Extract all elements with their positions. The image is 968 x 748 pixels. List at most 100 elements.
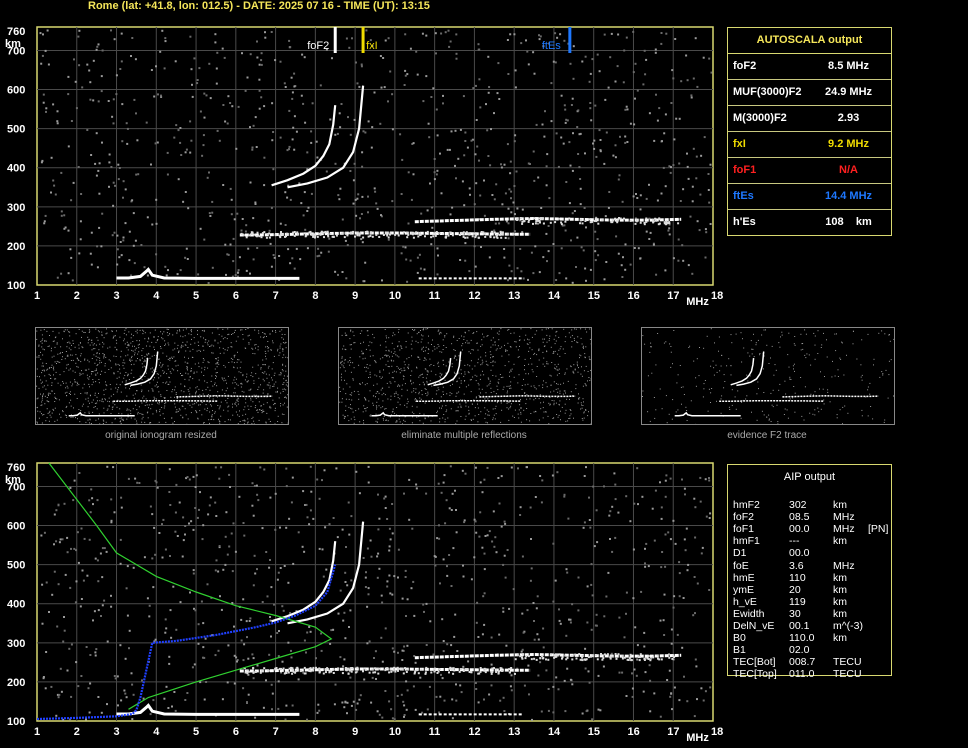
top-x-unit: MHz [686, 296, 709, 308]
bottom-xtick-label: 16 [627, 726, 639, 738]
autoscala-row: fxI 9.2 MHz [728, 132, 891, 158]
aip-value: 008.7 [789, 656, 816, 669]
top-xtick-label: 13 [508, 290, 520, 302]
bottom-xtick-label: 18 [711, 726, 723, 738]
bottom-trace-extraordinary_F2 [287, 521, 365, 625]
bottom-xtick-label: 2 [74, 726, 80, 738]
bottom-xtick-label: 7 [273, 726, 279, 738]
autoscala-value: 14.4 MHz [824, 190, 873, 202]
aip-unit: km [833, 583, 847, 596]
bottom-ytick-label: 300 [7, 638, 25, 650]
bottom-xtick-label: 3 [114, 726, 120, 738]
aip-value: 08.5 [789, 511, 810, 524]
bottom-ytick-label: 500 [7, 560, 25, 572]
aip-value: 110 [789, 571, 806, 584]
autoscala-label: h'Es [733, 216, 756, 228]
autoscala-label: M(3000)F2 [733, 112, 787, 124]
thumbnail-evidence [641, 327, 895, 425]
aip-param: hmE [733, 571, 755, 584]
thumbnail-caption-eliminate: eliminate multiple reflections [401, 430, 527, 441]
top-xtick-label: 8 [312, 290, 318, 302]
autoscala-value: 8.5 MHz [828, 60, 869, 72]
aip-param: foE [733, 559, 749, 572]
bottom-y-unit: km [5, 474, 21, 486]
aip-value: 30 [789, 607, 801, 620]
aip-value: 00.0 [789, 547, 810, 560]
aip-unit: km [833, 571, 847, 584]
aip-value: --- [789, 535, 800, 548]
autoscala-value: 2.93 [837, 112, 860, 124]
autoscala-label: foF1 [733, 164, 757, 176]
bottom-xtick-label: 13 [508, 726, 520, 738]
aip-unit: TECU [833, 668, 862, 681]
bottom-ytick-label: 100 [7, 716, 25, 728]
bottom-xtick-label: 9 [352, 726, 358, 738]
top-xtick-label: 14 [548, 290, 561, 302]
top-xtick-label: 1 [34, 290, 40, 302]
aip-value: 011.0 [789, 668, 815, 681]
aip-value: 110.0 [789, 632, 815, 645]
top-ytick-label: 760 [7, 26, 25, 38]
aip-value: 302 [789, 499, 807, 511]
bottom-xtick-label: 14 [548, 726, 561, 738]
bottom-xtick-label: 5 [193, 726, 199, 738]
aip-param: D1 [733, 547, 747, 560]
autoscala-value: 9.2 MHz [828, 138, 869, 150]
top-xtick-label: 3 [114, 290, 120, 302]
top-trace-E_trace [116, 267, 300, 280]
top-ytick-label: 600 [7, 85, 25, 97]
top-xtick-label: 4 [153, 290, 160, 302]
aip-param: Ewidth [733, 607, 765, 620]
bottom-ytick-label: 200 [7, 677, 25, 689]
bottom-xtick-label: 6 [233, 726, 239, 738]
top-xtick-label: 5 [193, 290, 199, 302]
aip-param: foF1 [733, 523, 755, 536]
top-xtick-label: 12 [468, 290, 480, 302]
autoscala-value: 24.9 MHz [824, 86, 873, 98]
top-ytick-label: 500 [7, 124, 25, 136]
bottom-ytick-label: 760 [7, 462, 25, 474]
aip-value: 00.1 [789, 620, 810, 632]
bottom-ytick-label: 600 [7, 521, 25, 533]
bottom-xtick-label: 1 [34, 726, 40, 738]
top-ytick-label: 400 [7, 163, 25, 175]
aip-unit: km [833, 632, 847, 645]
aip-unit: m^(-3) [833, 620, 864, 632]
aip-unit: km [833, 499, 847, 511]
top-xtick-label: 16 [627, 290, 639, 302]
autoscala-row: foF2 8.5 MHz [728, 54, 891, 80]
aip-unit: km [833, 595, 847, 608]
top-xtick-label: 11 [429, 290, 441, 302]
autoscala-row: M(3000)F2 2.93 [728, 106, 891, 132]
aip-unit: TECU [833, 656, 862, 669]
aip-value: 00.0 [789, 523, 810, 536]
autoscala-label: foF2 [733, 60, 757, 72]
autoscala-title: AUTOSCALA output [728, 28, 891, 54]
top-xtick-label: 18 [711, 290, 723, 302]
top-ytick-label: 200 [7, 241, 25, 253]
autoscala-row: MUF(3000)F2 24.9 MHz [728, 80, 891, 106]
autoscala-label: fxI [733, 138, 746, 150]
thumbnail-caption-original: original ionogram resized [105, 430, 217, 441]
top-ytick-label: 100 [7, 280, 25, 292]
top-xtick-label: 15 [588, 290, 600, 302]
autoscala-label: MUF(3000)F2 [733, 86, 802, 98]
bottom-noise [40, 465, 712, 721]
bottom-xtick-label: 8 [312, 726, 318, 738]
bottom-x-unit: MHz [686, 732, 709, 744]
bottom-grid [37, 463, 713, 721]
autoscala-row: ftEs 14.4 MHz [728, 184, 891, 210]
top-marker-label: foF2 [307, 40, 329, 52]
aip-title: AIP output [783, 471, 836, 483]
aip-unit: MHz [833, 523, 855, 536]
aip-param: foF2 [733, 511, 755, 524]
top-xtick-label: 9 [352, 290, 358, 302]
bottom-trace-ordinary_F2 [271, 541, 337, 623]
aip-output-panel: AIP output hmF2 302 km foF2 08.5 MHz foF1 00.0 M… [727, 464, 892, 680]
thumbnail-original [35, 327, 289, 425]
autoscala-value: N/A [839, 164, 858, 176]
aip-value: 119 [789, 595, 806, 608]
bottom-xtick-label: 11 [429, 726, 441, 738]
aip-param: h_vE [733, 595, 757, 608]
top-ytick-label: 300 [7, 202, 25, 214]
